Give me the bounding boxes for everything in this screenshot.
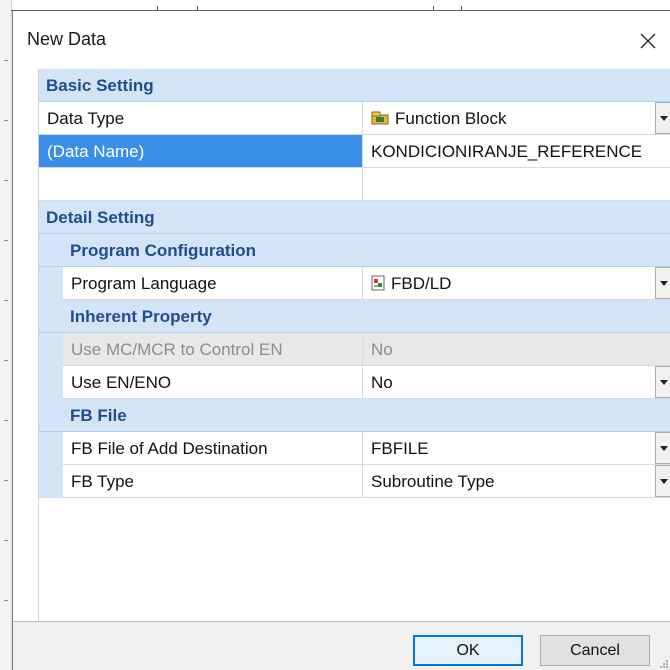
property-row-use-en-eno[interactable]: Use EN/ENO No (39, 366, 670, 399)
property-row-data-type[interactable]: Data Type Function Block (39, 102, 670, 135)
property-value[interactable]: FBFILE (363, 432, 670, 465)
dialog-footer: OK Cancel (13, 621, 670, 670)
subcategory-program-configuration[interactable]: Program Configuration (39, 234, 670, 267)
subcategory-inherent-property[interactable]: Inherent Property (39, 300, 670, 333)
use-en-eno-dropdown-button[interactable] (655, 366, 670, 398)
screen: New Data Basic Setting Data Type Functio… (0, 0, 670, 670)
program-language-dropdown-button[interactable] (655, 267, 670, 299)
property-row-fb-file-destination[interactable]: FB File of Add Destination FBFILE (39, 432, 670, 465)
property-name: FB File of Add Destination (63, 432, 363, 465)
data-name-input[interactable]: KONDICIONIRANJE_REFERENCE (363, 135, 670, 168)
dialog-titlebar[interactable]: New Data (13, 11, 670, 69)
data-type-dropdown-button[interactable] (655, 102, 670, 134)
fbd-ld-icon (371, 275, 385, 291)
property-value: No (363, 333, 670, 366)
subcategory-label: FB File (70, 406, 127, 425)
fb-file-dropdown-button[interactable] (655, 432, 670, 464)
property-row-program-language[interactable]: Program Language FBD/LD (39, 267, 670, 300)
property-name (39, 168, 363, 201)
category-basic-setting[interactable]: Basic Setting (39, 69, 670, 102)
dialog-title: New Data (27, 29, 107, 49)
property-row-use-mc-mcr: Use MC/MCR to Control EN No (39, 333, 670, 366)
property-row-fb-type[interactable]: FB Type Subroutine Type (39, 465, 670, 498)
property-row-empty[interactable] (39, 168, 670, 201)
cancel-button[interactable]: Cancel (540, 635, 650, 666)
new-data-dialog: New Data Basic Setting Data Type Functio… (12, 11, 670, 670)
fb-type-dropdown-button[interactable] (655, 465, 670, 497)
category-detail-setting[interactable]: Detail Setting (39, 201, 670, 234)
function-block-icon (371, 111, 389, 125)
property-name: Use EN/ENO (63, 366, 363, 399)
property-name: (Data Name) (39, 135, 363, 168)
data-type-value: Function Block (395, 109, 507, 128)
subcategory-label: Program Configuration (70, 241, 257, 260)
subcategory-fb-file[interactable]: FB File (39, 399, 670, 432)
close-icon (640, 33, 656, 49)
property-row-data-name[interactable]: (Data Name) KONDICIONIRANJE_REFERENCE (39, 135, 670, 168)
property-grid: Basic Setting Data Type Function Block (… (38, 69, 670, 621)
property-name: Use MC/MCR to Control EN (63, 333, 363, 366)
background-window-edge (0, 0, 12, 670)
property-value[interactable]: FBD/LD (363, 267, 670, 300)
category-label: Basic Setting (46, 76, 154, 95)
property-name: Program Language (63, 267, 363, 300)
ok-button[interactable]: OK (413, 635, 523, 666)
property-value[interactable]: Function Block (363, 102, 670, 135)
program-language-value: FBD/LD (391, 274, 452, 293)
close-button[interactable] (625, 21, 670, 61)
subcategory-label: Inherent Property (70, 307, 212, 326)
property-value[interactable]: Subroutine Type (363, 465, 670, 498)
property-value[interactable] (363, 168, 670, 201)
property-value[interactable]: No (363, 366, 670, 399)
property-name: Data Type (39, 102, 363, 135)
resize-grip-icon[interactable] (659, 659, 669, 669)
property-name: FB Type (63, 465, 363, 498)
category-label: Detail Setting (46, 208, 155, 227)
